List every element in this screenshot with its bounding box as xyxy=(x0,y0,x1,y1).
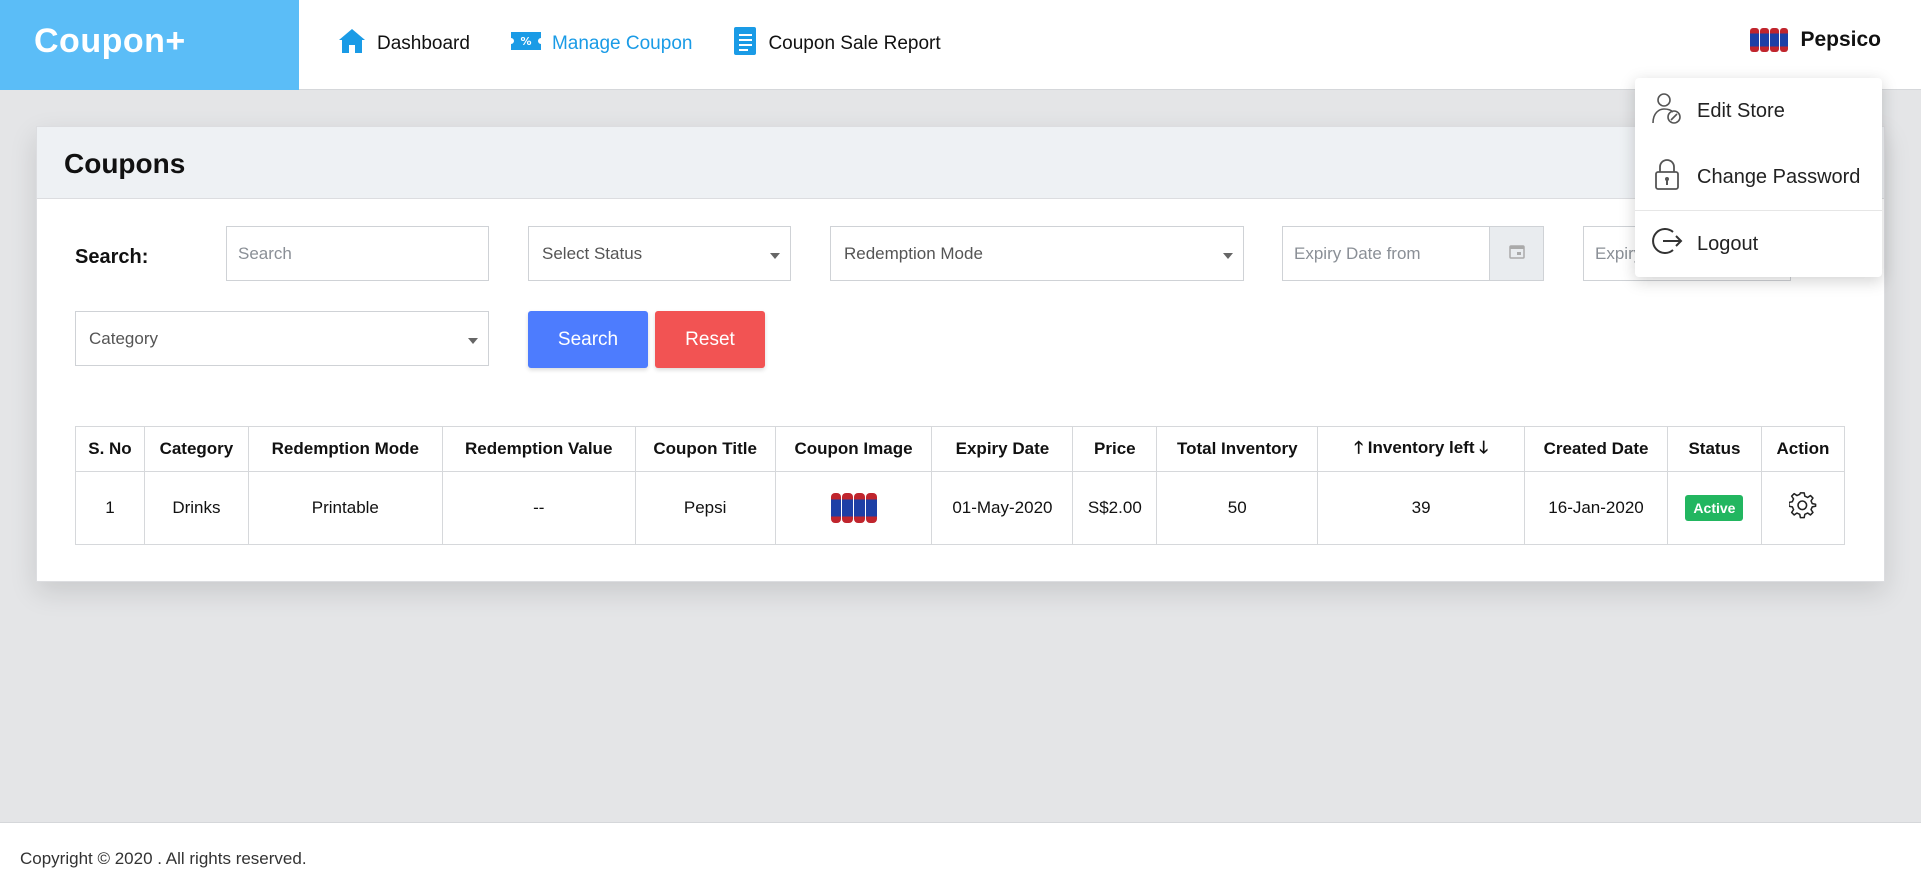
menu-label-change-password: Change Password xyxy=(1697,165,1861,188)
col-header-redemption-value: Redemption Value xyxy=(441,426,636,472)
cell-action xyxy=(1760,471,1846,545)
logout-icon xyxy=(1651,225,1697,263)
nav-label-dashboard: Dashboard xyxy=(377,33,470,54)
col-header-coupon-title: Coupon Title xyxy=(634,426,776,472)
nav-label-coupon-sale-report: Coupon Sale Report xyxy=(768,33,941,54)
category-select[interactable]: Category xyxy=(75,311,489,366)
cell-expiry-date: 01-May-2020 xyxy=(931,471,1074,545)
sort-desc-icon[interactable]: 🡓 xyxy=(1479,438,1488,457)
user-menu-toggle[interactable]: Pepsico xyxy=(1750,28,1881,52)
col-header-redemption-mode: Redemption Mode xyxy=(247,426,443,472)
col-header-inventory-left-label: Inventory left xyxy=(1367,437,1475,457)
menu-item-change-password[interactable]: Change Password xyxy=(1635,144,1882,210)
top-header: Coupon+ Dashboard % Manage Coupon Coupon… xyxy=(0,0,1921,90)
col-header-total-inventory: Total Inventory xyxy=(1156,426,1319,472)
copyright-text: Copyright © 2020 . All rights reserved. xyxy=(20,849,307,868)
store-avatar xyxy=(1750,28,1789,52)
search-label: Search: xyxy=(75,246,149,268)
app-logo[interactable]: Coupon+ xyxy=(0,0,299,90)
search-button[interactable]: Search xyxy=(528,311,648,368)
col-header-category: Category xyxy=(143,426,249,472)
calendar-button[interactable] xyxy=(1489,226,1544,281)
cell-redemption-mode: Printable xyxy=(247,471,443,545)
svg-text:%: % xyxy=(520,35,531,48)
lock-icon xyxy=(1651,157,1697,197)
sort-asc-icon[interactable]: 🡑 xyxy=(1354,438,1363,457)
coupons-card: Coupons Search: Search Select Status Red… xyxy=(36,126,1885,582)
user-dropdown-menu: Edit Store Change Password Logout xyxy=(1635,78,1882,277)
col-header-expiry-date: Expiry Date xyxy=(931,426,1074,472)
coupon-icon: % xyxy=(510,30,552,58)
status-badge: Active xyxy=(1685,495,1744,521)
table-header-row: S. No Category Redemption Mode Redemptio… xyxy=(75,426,1846,472)
cell-category: Drinks xyxy=(143,471,249,545)
page-title: Coupons xyxy=(37,127,1884,199)
chevron-down-icon xyxy=(770,253,780,259)
col-header-status: Status xyxy=(1666,426,1762,472)
redemption-mode-select-label: Redemption Mode xyxy=(844,244,983,263)
expiry-date-from-input[interactable]: Expiry Date from xyxy=(1282,226,1490,281)
main-nav: Dashboard % Manage Coupon Coupon Sale Re… xyxy=(337,26,981,62)
coupon-image-thumbnail[interactable] xyxy=(830,493,877,523)
calendar-icon xyxy=(1508,243,1525,264)
cell-price: S$2.00 xyxy=(1072,471,1158,545)
gear-icon[interactable] xyxy=(1788,491,1817,524)
col-header-price: Price xyxy=(1072,426,1158,472)
col-header-coupon-image: Coupon Image xyxy=(774,426,933,472)
cell-status: Active xyxy=(1666,471,1762,545)
nav-label-manage-coupon: Manage Coupon xyxy=(551,33,693,54)
nav-item-manage-coupon[interactable]: % Manage Coupon xyxy=(510,30,693,58)
menu-item-logout[interactable]: Logout xyxy=(1635,211,1882,277)
cell-inventory-left: 39 xyxy=(1317,471,1526,545)
footer: Copyright © 2020 . All rights reserved. xyxy=(0,822,1921,894)
cell-total-inventory: 50 xyxy=(1156,471,1319,545)
cell-redemption-value: -- xyxy=(441,471,636,545)
menu-item-edit-store[interactable]: Edit Store xyxy=(1635,78,1882,144)
status-select-label: Select Status xyxy=(542,244,643,263)
status-select[interactable]: Select Status xyxy=(528,226,791,281)
category-select-label: Category xyxy=(89,329,158,348)
menu-label-logout: Logout xyxy=(1697,232,1759,255)
user-edit-icon xyxy=(1651,91,1697,131)
nav-item-dashboard[interactable]: Dashboard xyxy=(337,27,470,61)
home-icon xyxy=(337,27,377,61)
chevron-down-icon xyxy=(1223,253,1233,259)
col-header-created-date: Created Date xyxy=(1524,426,1668,472)
cell-coupon-image xyxy=(774,471,933,545)
col-header-sno: S. No xyxy=(75,426,145,472)
menu-label-edit-store: Edit Store xyxy=(1697,99,1785,122)
col-header-inventory-left[interactable]: 🡑 Inventory left 🡓 xyxy=(1317,426,1526,472)
chevron-down-icon xyxy=(468,338,478,344)
cell-coupon-title: Pepsi xyxy=(634,471,776,545)
reset-button[interactable]: Reset xyxy=(655,311,765,368)
report-icon xyxy=(732,26,768,62)
col-header-action: Action xyxy=(1760,426,1846,472)
cell-created-date: 16-Jan-2020 xyxy=(1524,471,1668,545)
search-input[interactable]: Search xyxy=(226,226,489,281)
redemption-mode-select[interactable]: Redemption Mode xyxy=(830,226,1244,281)
nav-item-coupon-sale-report[interactable]: Coupon Sale Report xyxy=(732,26,941,62)
coupons-table: S. No Category Redemption Mode Redemptio… xyxy=(75,426,1846,545)
cell-sno: 1 xyxy=(75,471,145,545)
user-name: Pepsico xyxy=(1800,28,1881,51)
table-row: 1 Drinks Printable -- Pepsi 01-May-2020 … xyxy=(75,471,1846,545)
